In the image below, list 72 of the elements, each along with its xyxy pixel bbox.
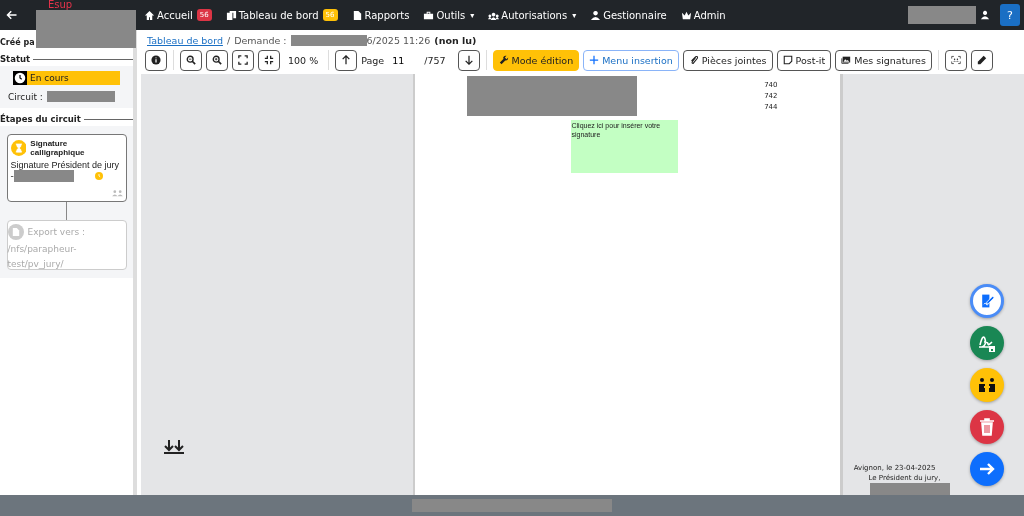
section-heading: Statut [0,54,31,64]
expand-icon [238,55,248,65]
action-button[interactable] [970,368,1004,402]
breadcrumb-separator: / [226,34,231,46]
breadcrumb-label: Demande : [234,34,287,46]
zoom-out-icon [186,55,196,65]
step-title: Export vers : [27,227,85,237]
documents-icon [225,9,237,21]
zoom-in-icon [212,55,222,65]
arrow-down-icon [463,55,474,65]
info-button[interactable] [145,49,167,71]
compress-icon [264,55,274,65]
step-description: Signature Président de jury [10,160,121,170]
section-heading: Étapes du circuit [0,114,81,124]
paperclip-icon [688,55,699,65]
toolbar-button[interactable]: Menu insertion [583,49,679,71]
toolbar-button[interactable]: Post-it [776,49,832,71]
images-icon [841,55,852,65]
nav-link[interactable]: Outils ▾ [423,9,475,21]
home-icon [144,9,155,21]
read-status: (non lu) [434,34,477,46]
created-by-label: Créé pa [0,38,35,47]
page-total: /757 [424,54,446,66]
export-path: /nfs/parapheur-test/pv_jury/ [7,243,78,271]
file-icon [351,9,363,21]
note-icon [782,55,793,65]
redacted-block [13,170,74,182]
toolbox-icon [423,9,435,21]
user-icon [590,9,602,21]
signature-icon [977,333,997,353]
back-arrow-icon[interactable] [6,9,18,21]
help-button[interactable]: ? [1000,4,1020,26]
hourglass-icon [10,140,27,156]
wrench-icon [498,55,509,65]
nav-link[interactable]: Autorisations ▾ [488,9,577,21]
redacted-block [46,91,115,102]
face-scan-icon [950,55,961,65]
toolbar-button[interactable]: Pièces jointes [682,49,773,71]
zoom-level: 100 % [287,54,320,66]
request-date: 6/2025 11:26 [366,34,431,46]
info-icon [151,55,161,65]
users-icon [111,189,123,198]
fit-page-button[interactable] [258,49,280,71]
fullscreen-button[interactable] [232,49,254,71]
circuit-label: Circuit : [8,91,43,102]
status-badge: En cours [13,71,120,85]
nav-link[interactable]: Rapports [351,9,410,21]
dash-text: - [10,171,14,181]
double-down-arrow-icon[interactable] [164,440,184,454]
toolbar-button[interactable]: Mes signatures [835,49,932,71]
previous-page-button[interactable] [335,49,358,71]
zoom-out-button[interactable] [180,49,202,71]
plus-icon [589,55,600,65]
toolbar-button[interactable]: Mode édition [492,49,580,71]
pencil-icon [976,55,987,65]
scan-button[interactable] [944,49,967,71]
next-page-button[interactable] [457,49,480,71]
user-icon[interactable] [980,10,990,20]
nav-link[interactable]: Gestionnaire [590,9,667,21]
trash-icon [977,417,997,437]
clock-icon [94,172,103,180]
brand-logo-text[interactable]: Esup [48,0,73,10]
step-title: Signature calligraphique [30,139,86,157]
redacted-block [908,6,976,24]
arrow-up-icon [341,55,352,65]
people-icon [977,375,997,395]
pen-button[interactable] [970,49,993,71]
page-label: Page [361,54,385,66]
zoom-in-button[interactable] [206,49,228,71]
breadcrumb-link[interactable]: Tableau de bord [147,34,223,46]
nav-link[interactable]: Admin [680,9,726,21]
crown-icon [680,9,692,21]
